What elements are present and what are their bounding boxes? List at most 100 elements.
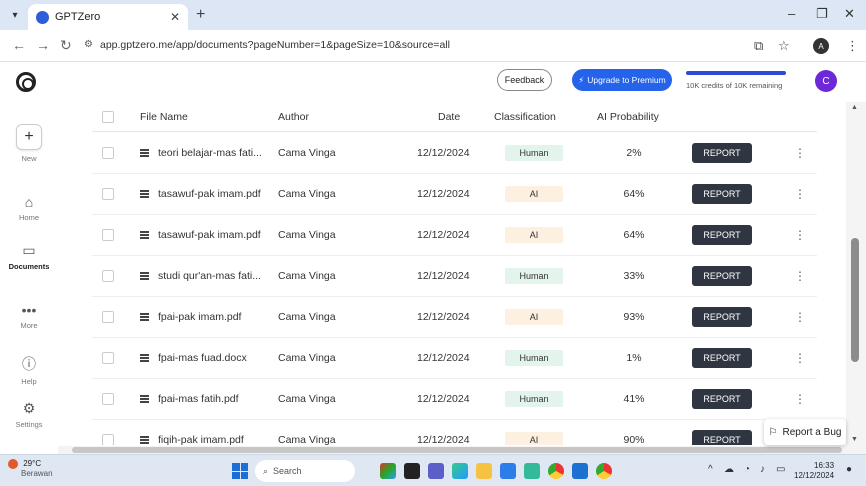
row-checkbox[interactable] [102,147,114,159]
cast-icon[interactable]: ⧉ [754,38,763,54]
sidebar-item-new[interactable]: + New [0,124,58,163]
sidebar-item-documents[interactable]: ▭ Documents [0,242,58,271]
report-button[interactable]: REPORT [692,348,752,368]
table-row[interactable]: teori belajar-mas fati... Cama Vinga 12/12… [92,133,817,174]
windows-start-icon[interactable] [232,463,248,479]
forward-icon[interactable]: → [36,37,50,53]
close-window-icon[interactable]: ✕ [844,6,855,22]
scroll-up-icon[interactable]: ▲ [851,104,858,111]
table-row[interactable]: fpai-mas fuad.docx Cama Vinga 12/12/2024 Hu… [92,338,817,379]
close-tab-icon[interactable]: ✕ [170,10,180,24]
report-button[interactable]: REPORT [692,184,752,204]
taskbar-search[interactable]: ⌕ Search [255,460,355,482]
column-header-date[interactable]: Date [438,102,460,131]
profile-icon[interactable]: A [813,38,829,54]
ai-probability-cell: 33% [623,270,645,282]
column-header-author[interactable]: Author [278,102,309,131]
tray-app-icon[interactable]: ☁ [724,464,734,475]
table-row[interactable]: tasawuf-pak imam.pdf Cama Vinga 12/12/2024… [92,215,817,256]
row-checkbox[interactable] [102,229,114,241]
chrome-icon[interactable] [548,463,564,479]
bookmark-star-icon[interactable]: ☆ [778,38,790,54]
mail-icon[interactable] [572,463,588,479]
minimize-icon[interactable]: – [788,6,795,21]
tray-chevron-icon[interactable]: ^ [708,464,713,475]
select-all-checkbox[interactable] [102,110,114,123]
column-header-classification[interactable]: Classification [494,102,556,131]
table-row[interactable]: fiqih-pak imam.pdf Cama Vinga 12/12/2024 AI… [92,420,817,445]
table-row[interactable]: fpai-pak imam.pdf Cama Vinga 12/12/2024 AI 9… [92,297,817,338]
widget-app-icon[interactable] [380,463,396,479]
row-menu-icon[interactable]: ⋮ [794,310,806,324]
report-bug-button[interactable]: ⚐ Report a Bug [764,419,846,445]
sidebar-item-settings[interactable]: ⚙ Settings [0,400,58,429]
sidebar-item-help[interactable]: ⓘ Help [0,354,58,386]
report-button[interactable]: REPORT [692,389,752,409]
column-header-ai-probability[interactable]: AI Probability [597,102,659,131]
wifi-icon[interactable]: ◔ [744,464,750,475]
row-checkbox[interactable] [102,393,114,405]
gptzero-logo-icon[interactable] [16,72,36,92]
document-icon [140,149,149,157]
url-field[interactable]: app.gptzero.me/app/documents?pageNumber=… [100,39,450,51]
battery-icon[interactable]: ▭ [776,464,785,475]
back-icon[interactable]: ← [12,37,26,53]
horizontal-scrollbar[interactable] [58,446,866,454]
report-button[interactable]: REPORT [692,307,752,327]
row-checkbox[interactable] [102,434,114,445]
report-button[interactable]: REPORT [692,143,752,163]
row-checkbox[interactable] [102,311,114,323]
row-menu-icon[interactable]: ⋮ [794,351,806,365]
reload-icon[interactable]: ↻ [60,37,72,54]
sidebar-item-more[interactable]: ••• More [0,302,58,330]
row-menu-icon[interactable]: ⋮ [794,392,806,406]
file-name-cell[interactable]: fiqih-pak imam.pdf [140,420,244,445]
table-row[interactable]: studi qur'an-mas fati... Cama Vinga 12/12/… [92,256,817,297]
row-menu-icon[interactable]: ⋮ [794,228,806,242]
avatar[interactable]: C [815,70,837,92]
feedback-button[interactable]: Feedback [497,69,552,91]
edge-icon[interactable] [452,463,468,479]
row-menu-icon[interactable]: ⋮ [794,187,806,201]
scroll-down-icon[interactable]: ▼ [851,436,858,443]
taskbar-clock[interactable]: 16:33 12/12/2024 [794,461,834,481]
teams-icon[interactable] [428,463,444,479]
report-button[interactable]: REPORT [692,266,752,286]
upgrade-button[interactable]: ⚡ Upgrade to Premium [572,69,672,91]
store-icon[interactable] [500,463,516,479]
site-info-icon[interactable]: ⚙ [84,39,93,50]
table-row[interactable]: fpai-mas fatih.pdf Cama Vinga 12/12/2024 Hu… [92,379,817,420]
file-name-cell[interactable]: fpai-pak imam.pdf [140,297,241,337]
weather-widget[interactable]: 29°C Berawan [8,459,53,479]
notification-bell-icon[interactable]: ● [846,464,852,475]
row-menu-icon[interactable]: ⋮ [794,269,806,283]
app-icon[interactable] [524,463,540,479]
volume-icon[interactable]: ♪ [760,464,765,475]
file-explorer-icon[interactable] [476,463,492,479]
task-view-icon[interactable] [404,463,420,479]
browser-menu-icon[interactable]: ⋮ [846,38,859,54]
file-name-cell[interactable]: teori belajar-mas fati... [140,133,262,173]
report-button[interactable]: REPORT [692,430,752,445]
vertical-scrollbar[interactable]: ▲ ▼ [846,102,866,446]
horizontal-scroll-thumb[interactable] [72,447,842,453]
chrome-profile-icon[interactable] [596,463,612,479]
sidebar-item-home[interactable]: ⌂ Home [0,194,58,222]
file-name-cell[interactable]: fpai-mas fuad.docx [140,338,247,378]
table-row[interactable]: tasawuf-pak imam.pdf Cama Vinga 12/12/2024… [92,174,817,215]
restore-icon[interactable]: ❐ [816,6,828,22]
browser-tab[interactable]: GPTZero ✕ [28,4,188,30]
row-checkbox[interactable] [102,270,114,282]
file-name-cell[interactable]: fpai-mas fatih.pdf [140,379,239,419]
vertical-scroll-thumb[interactable] [851,238,859,362]
new-tab-icon[interactable]: + [196,6,205,24]
row-menu-icon[interactable]: ⋮ [794,146,806,160]
file-name-cell[interactable]: tasawuf-pak imam.pdf [140,174,261,214]
tab-list-dropdown-icon[interactable]: ▾ [6,7,24,23]
report-button[interactable]: REPORT [692,225,752,245]
file-name-cell[interactable]: studi qur'an-mas fati... [140,256,261,296]
row-checkbox[interactable] [102,188,114,200]
file-name-cell[interactable]: tasawuf-pak imam.pdf [140,215,261,255]
row-checkbox[interactable] [102,352,114,364]
column-header-file-name[interactable]: File Name [140,102,188,131]
